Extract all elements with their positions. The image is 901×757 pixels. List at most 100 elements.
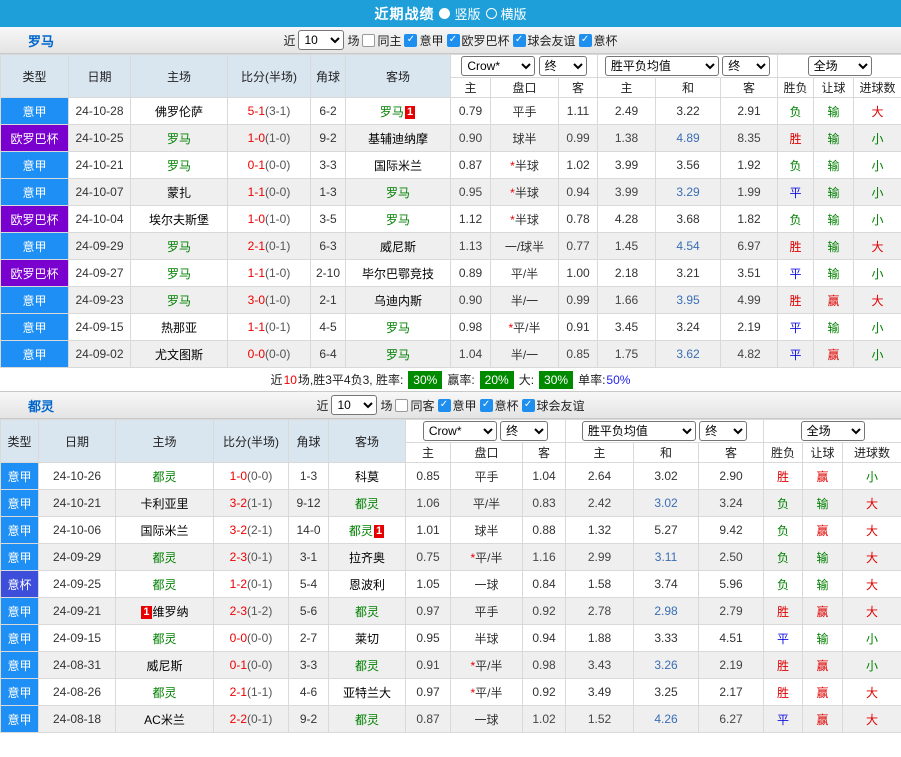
europe-home-odds: 2.18 <box>598 260 656 287</box>
home-team-cell: 罗马 <box>131 287 228 314</box>
match-date: 24-10-25 <box>69 125 131 152</box>
corner-score: 6-3 <box>311 233 346 260</box>
checkbox-checked-icon[interactable] <box>447 34 460 47</box>
layout-vertical-option[interactable]: 竖版 <box>439 4 480 23</box>
result-win-draw-loss: 胜 <box>778 287 814 314</box>
same-venue-filter[interactable]: 同主 <box>362 32 401 49</box>
fulltime-score: 1-0 <box>230 469 247 483</box>
handicap-home-odds: 1.12 <box>451 206 491 233</box>
fulltime-score: 1-1 <box>248 185 265 199</box>
away-team-cell: 都灵 <box>329 652 406 679</box>
checkbox-checked-icon[interactable] <box>438 399 451 412</box>
same-venue-filter[interactable]: 同客 <box>395 397 434 414</box>
checkbox-checked-icon[interactable] <box>480 399 493 412</box>
bookmaker-select[interactable]: Crow* <box>423 421 497 441</box>
league-filter-label: 意杯 <box>594 32 618 49</box>
league-filter-球会友谊[interactable]: 球会友谊 <box>513 32 576 49</box>
early-odds-star: * <box>470 659 475 673</box>
away-team-cell: 罗马1 <box>346 98 451 125</box>
home-team-cell: 都灵 <box>116 625 214 652</box>
fulltime-scope-select[interactable]: 全场 <box>801 421 865 441</box>
focus-team-name: 罗马 <box>167 294 191 308</box>
checkbox-checked-icon[interactable] <box>404 34 417 47</box>
focus-team-name: 都灵 <box>152 551 176 565</box>
fulltime-scope-select[interactable]: 全场 <box>808 56 872 76</box>
match-count-select[interactable]: 10 <box>331 395 377 415</box>
col-score: 比分(半场) <box>228 55 311 98</box>
handicap-line: 半/一 <box>491 287 559 314</box>
checkbox-checked-icon[interactable] <box>579 34 592 47</box>
match-count-select[interactable]: 10 <box>298 30 344 50</box>
europe-away-odds: 5.96 <box>699 571 764 598</box>
league-filter-意杯[interactable]: 意杯 <box>480 397 519 414</box>
match-row: 意甲24-10-21罗马0-1(0-0)3-3国际米兰0.87*半球1.023.… <box>1 152 901 179</box>
halftime-score: (3-1) <box>265 104 290 118</box>
result-handicap: 输 <box>814 179 854 206</box>
col-away: 客场 <box>346 55 451 98</box>
league-filter-label: 球会友谊 <box>537 397 585 414</box>
opponent-team-name: 国际米兰 <box>140 524 188 538</box>
handicap-away-odds: 1.16 <box>523 544 566 571</box>
odds-average-select[interactable]: 胜平负均值 <box>582 421 696 441</box>
league-filter-意杯[interactable]: 意杯 <box>579 32 618 49</box>
match-row: 欧罗巴杯24-10-25罗马1-0(1-0)9-2基辅迪纳摩0.90球半0.99… <box>1 125 901 152</box>
result-handicap: 输 <box>814 206 854 233</box>
radio-unselected-icon[interactable] <box>486 8 497 19</box>
europe-draw-odds: 3.02 <box>634 490 699 517</box>
bookmaker-select[interactable]: Crow* <box>461 56 535 76</box>
result-goals: 小 <box>854 152 901 179</box>
result-goals: 小 <box>854 341 901 368</box>
handicap-time-select[interactable]: 终 <box>500 421 548 441</box>
topbar: 近期战绩 竖版 横版 <box>0 0 901 27</box>
checkbox-unchecked-icon[interactable] <box>362 34 375 47</box>
handicap-line: *平/半 <box>451 544 523 571</box>
league-badge: 欧罗巴杯 <box>1 125 69 152</box>
fulltime-score: 0-1 <box>230 658 247 672</box>
match-date: 24-09-27 <box>69 260 131 287</box>
league-filter-欧罗巴杯[interactable]: 欧罗巴杯 <box>447 32 510 49</box>
europe-time-select[interactable]: 终 <box>699 421 747 441</box>
result-win-draw-loss: 负 <box>764 544 803 571</box>
home-team-cell: 都灵 <box>116 463 214 490</box>
home-team-cell: 都灵 <box>116 544 214 571</box>
games-label: 场 <box>347 32 359 49</box>
europe-draw-odds: 3.24 <box>656 314 721 341</box>
europe-time-select[interactable]: 终 <box>722 56 770 76</box>
europe-away-odds: 1.82 <box>721 206 778 233</box>
summary-count: 10 <box>284 373 297 387</box>
early-odds-star: * <box>470 551 475 565</box>
handicap-line: 球半 <box>451 517 523 544</box>
radio-selected-icon[interactable] <box>439 8 450 19</box>
home-team-cell: 罗马 <box>131 152 228 179</box>
focus-team-name: 罗马 <box>167 159 191 173</box>
checkbox-checked-icon[interactable] <box>513 34 526 47</box>
section-header: 都灵 近 10 场 同客 意甲意杯球会友谊 <box>0 392 901 419</box>
score-cell: 1-1(0-1) <box>228 314 311 341</box>
checkbox-unchecked-icon[interactable] <box>395 399 408 412</box>
handicap-time-select[interactable]: 终 <box>539 56 587 76</box>
corner-score: 14-0 <box>289 517 329 544</box>
league-filters: 意甲意杯 球会友谊 <box>438 397 585 414</box>
home-team-cell: 罗马 <box>131 233 228 260</box>
handicap-away-odds: 0.77 <box>559 233 598 260</box>
home-team-cell: 罗马 <box>131 260 228 287</box>
same-venue-label: 同主 <box>377 32 401 49</box>
europe-home-odds: 2.42 <box>566 490 634 517</box>
league-filter-意甲[interactable]: 意甲 <box>404 32 443 49</box>
europe-home-odds: 3.43 <box>566 652 634 679</box>
match-row: 意甲24-08-26都灵2-1(1-1)4-6亚特兰大0.97*平/半0.923… <box>1 679 901 706</box>
europe-draw-odds: 3.11 <box>634 544 699 571</box>
corner-score: 9-2 <box>311 125 346 152</box>
checkbox-checked-icon[interactable] <box>522 399 535 412</box>
early-odds-star: * <box>510 213 515 227</box>
layout-horizontal-option[interactable]: 横版 <box>486 4 527 23</box>
match-row: 意甲24-10-28佛罗伦萨5-1(3-1)6-2罗马10.79平手1.112.… <box>1 98 901 125</box>
halftime-score: (0-0) <box>247 469 272 483</box>
league-filter-意甲[interactable]: 意甲 <box>438 397 477 414</box>
summary-stats: 场,胜3平4负3, 胜率: <box>298 371 403 388</box>
halftime-score: (0-0) <box>247 658 272 672</box>
europe-home-odds: 2.64 <box>566 463 634 490</box>
odds-average-select[interactable]: 胜平负均值 <box>605 56 719 76</box>
league-filter-球会友谊[interactable]: 球会友谊 <box>522 397 585 414</box>
opponent-team-name: 科莫 <box>355 470 379 484</box>
